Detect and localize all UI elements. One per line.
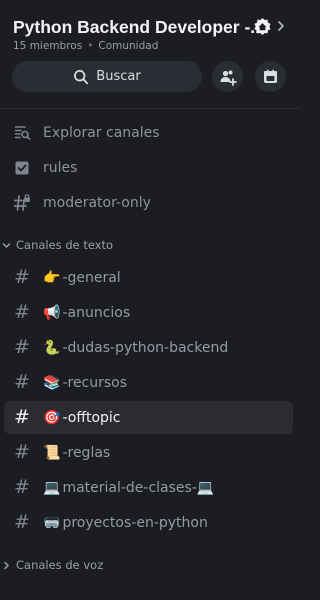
hash-icon: #	[14, 476, 30, 498]
hash-icon: #	[14, 371, 30, 393]
explore-channels-item[interactable]: Explorar canales	[4, 116, 293, 149]
server-header: Python Backend Developer -... 15 miembro…	[0, 0, 301, 95]
hash-icon: #	[14, 441, 30, 463]
channel-recursos[interactable]: # 📚 -recursos	[4, 366, 293, 399]
channel-emoji: 🥽	[43, 514, 61, 531]
channel-offtopic[interactable]: # 🎯 -offtopic	[4, 401, 293, 434]
channel-anuncios[interactable]: # 📢 -anuncios	[4, 296, 293, 329]
category-voice-channels[interactable]: Canales de voz	[2, 558, 103, 572]
hash-lock-icon	[12, 193, 32, 213]
channel-name: -recursos	[62, 374, 128, 391]
meta-separator: •	[87, 40, 94, 52]
search-icon	[74, 69, 89, 84]
moderator-only-channel-label: moderator-only	[43, 194, 151, 211]
hash-icon: #	[14, 266, 30, 288]
hash-icon: #	[14, 406, 30, 428]
channel-reglas[interactable]: # 📜 -reglas	[4, 436, 293, 469]
rules-channel-label: rules	[43, 159, 78, 176]
server-name[interactable]: Python Backend Developer -...	[13, 17, 265, 38]
chevron-right-icon	[4, 561, 9, 569]
channel-emoji: 🎯	[43, 409, 61, 426]
channel-name: material-de-clases-💻	[62, 479, 215, 496]
category-text-label: Canales de texto	[16, 238, 114, 252]
rules-checkbox-icon	[12, 158, 32, 178]
hash-icon: #	[14, 511, 30, 533]
member-count: 15 miembros	[13, 40, 83, 52]
channel-name: proyectos-en-python	[62, 514, 208, 531]
channel-emoji: 📚	[43, 374, 61, 391]
channel-emoji: 🐍	[43, 339, 61, 356]
channel-name: -dudas-python-backend	[62, 339, 229, 356]
channel-material-de-clases[interactable]: # 💻 material-de-clases-💻	[4, 471, 293, 504]
server-meta: 15 miembros • Comunidad	[13, 40, 158, 52]
calendar-icon	[264, 69, 277, 83]
add-user-icon	[220, 70, 237, 86]
channel-emoji: 💻	[43, 479, 61, 496]
channel-emoji: 📜	[43, 444, 61, 461]
server-type: Comunidad	[98, 40, 159, 52]
header-divider	[0, 108, 301, 109]
channel-emoji: 👉	[43, 269, 61, 286]
chevron-down-icon	[2, 242, 11, 248]
channel-general[interactable]: # 👉 -general	[4, 261, 293, 294]
channel-emoji: 📢	[43, 304, 61, 321]
channel-name: -anuncios	[62, 304, 131, 321]
explore-channels-icon	[12, 123, 32, 143]
channel-proyectos-en-python[interactable]: # 🥽 proyectos-en-python	[4, 506, 293, 539]
chevron-right-icon[interactable]	[276, 20, 286, 32]
search-label: Buscar	[96, 69, 141, 84]
channel-name: -general	[62, 269, 121, 286]
moderator-only-channel-item[interactable]: moderator-only	[4, 186, 293, 219]
channel-name: -reglas	[62, 444, 111, 461]
hash-icon: #	[14, 336, 30, 358]
invite-members-button[interactable]	[212, 61, 243, 92]
rules-channel-item[interactable]: rules	[4, 151, 293, 184]
category-text-channels[interactable]: Canales de texto	[2, 238, 113, 252]
events-button[interactable]	[255, 61, 286, 92]
channel-dudas-python-backend[interactable]: # 🐍 -dudas-python-backend	[4, 331, 293, 364]
category-voice-label: Canales de voz	[16, 558, 104, 572]
explore-channels-label: Explorar canales	[43, 124, 160, 141]
community-badge-icon	[254, 17, 271, 36]
channel-name: -offtopic	[62, 409, 121, 426]
hash-icon: #	[14, 301, 30, 323]
search-button[interactable]: Buscar	[12, 61, 202, 92]
